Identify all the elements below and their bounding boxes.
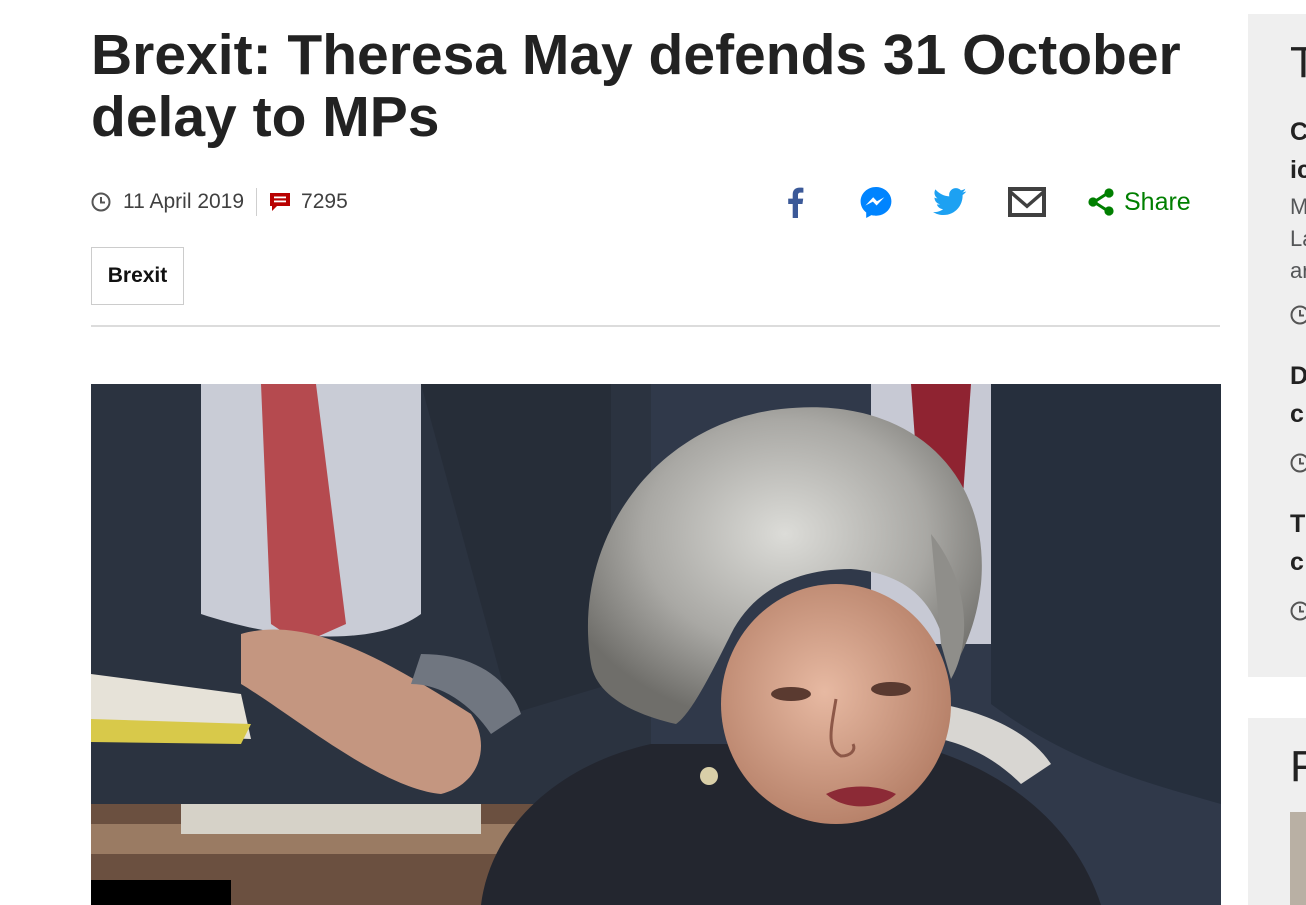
clock-icon xyxy=(1290,601,1306,621)
share-button[interactable]: Share xyxy=(1086,182,1200,222)
sidebar-section-title: T xyxy=(1290,38,1306,87)
clock-icon xyxy=(91,192,111,212)
facebook-icon xyxy=(788,187,804,218)
sidebar-story-1-summary: La xyxy=(1290,226,1306,251)
sidebar-story-3-title[interactable]: c xyxy=(1290,548,1304,577)
clock-icon xyxy=(1290,453,1306,473)
comment-count[interactable]: 7295 xyxy=(301,190,348,214)
share-icon xyxy=(1088,188,1114,216)
comments-icon[interactable] xyxy=(269,191,291,213)
clock-icon xyxy=(1290,305,1306,325)
sidebar-section-title: F xyxy=(1290,742,1306,791)
sidebar-thumbnail[interactable] xyxy=(1290,812,1306,905)
article-main-image xyxy=(91,384,1221,905)
sidebar-top-stories: T C ic M La ar D c T c xyxy=(1248,14,1306,677)
section-divider xyxy=(91,325,1220,327)
sidebar-features: F xyxy=(1248,718,1306,905)
sidebar-story-1-summary: M xyxy=(1290,194,1306,219)
sidebar-story-1-title[interactable]: C xyxy=(1290,118,1306,147)
meta-divider xyxy=(256,188,258,216)
sidebar-story-2-title[interactable]: D xyxy=(1290,362,1306,391)
sidebar-story-2-title[interactable]: c xyxy=(1290,400,1304,429)
sidebar-story-3-title[interactable]: T xyxy=(1290,510,1305,539)
sidebar-story-1-title[interactable]: ic xyxy=(1290,156,1306,185)
messenger-share-button[interactable] xyxy=(856,182,896,222)
twitter-icon xyxy=(933,188,967,216)
article-meta: 11 April 2019 7295 xyxy=(91,186,348,218)
sidebar-story-1-summary: ar xyxy=(1290,258,1306,283)
facebook-share-button[interactable] xyxy=(780,182,810,222)
messenger-icon xyxy=(860,187,892,218)
article-date: 11 April 2019 xyxy=(123,190,245,213)
share-toolbar: Share xyxy=(780,182,1200,222)
topic-tag-brexit[interactable]: Brexit xyxy=(91,247,184,305)
email-share-button[interactable] xyxy=(1005,182,1049,222)
article-headline: Brexit: Theresa May defends 31 October d… xyxy=(91,23,1181,149)
email-icon xyxy=(1008,187,1046,217)
share-label: Share xyxy=(1124,187,1191,216)
twitter-share-button[interactable] xyxy=(930,182,970,222)
